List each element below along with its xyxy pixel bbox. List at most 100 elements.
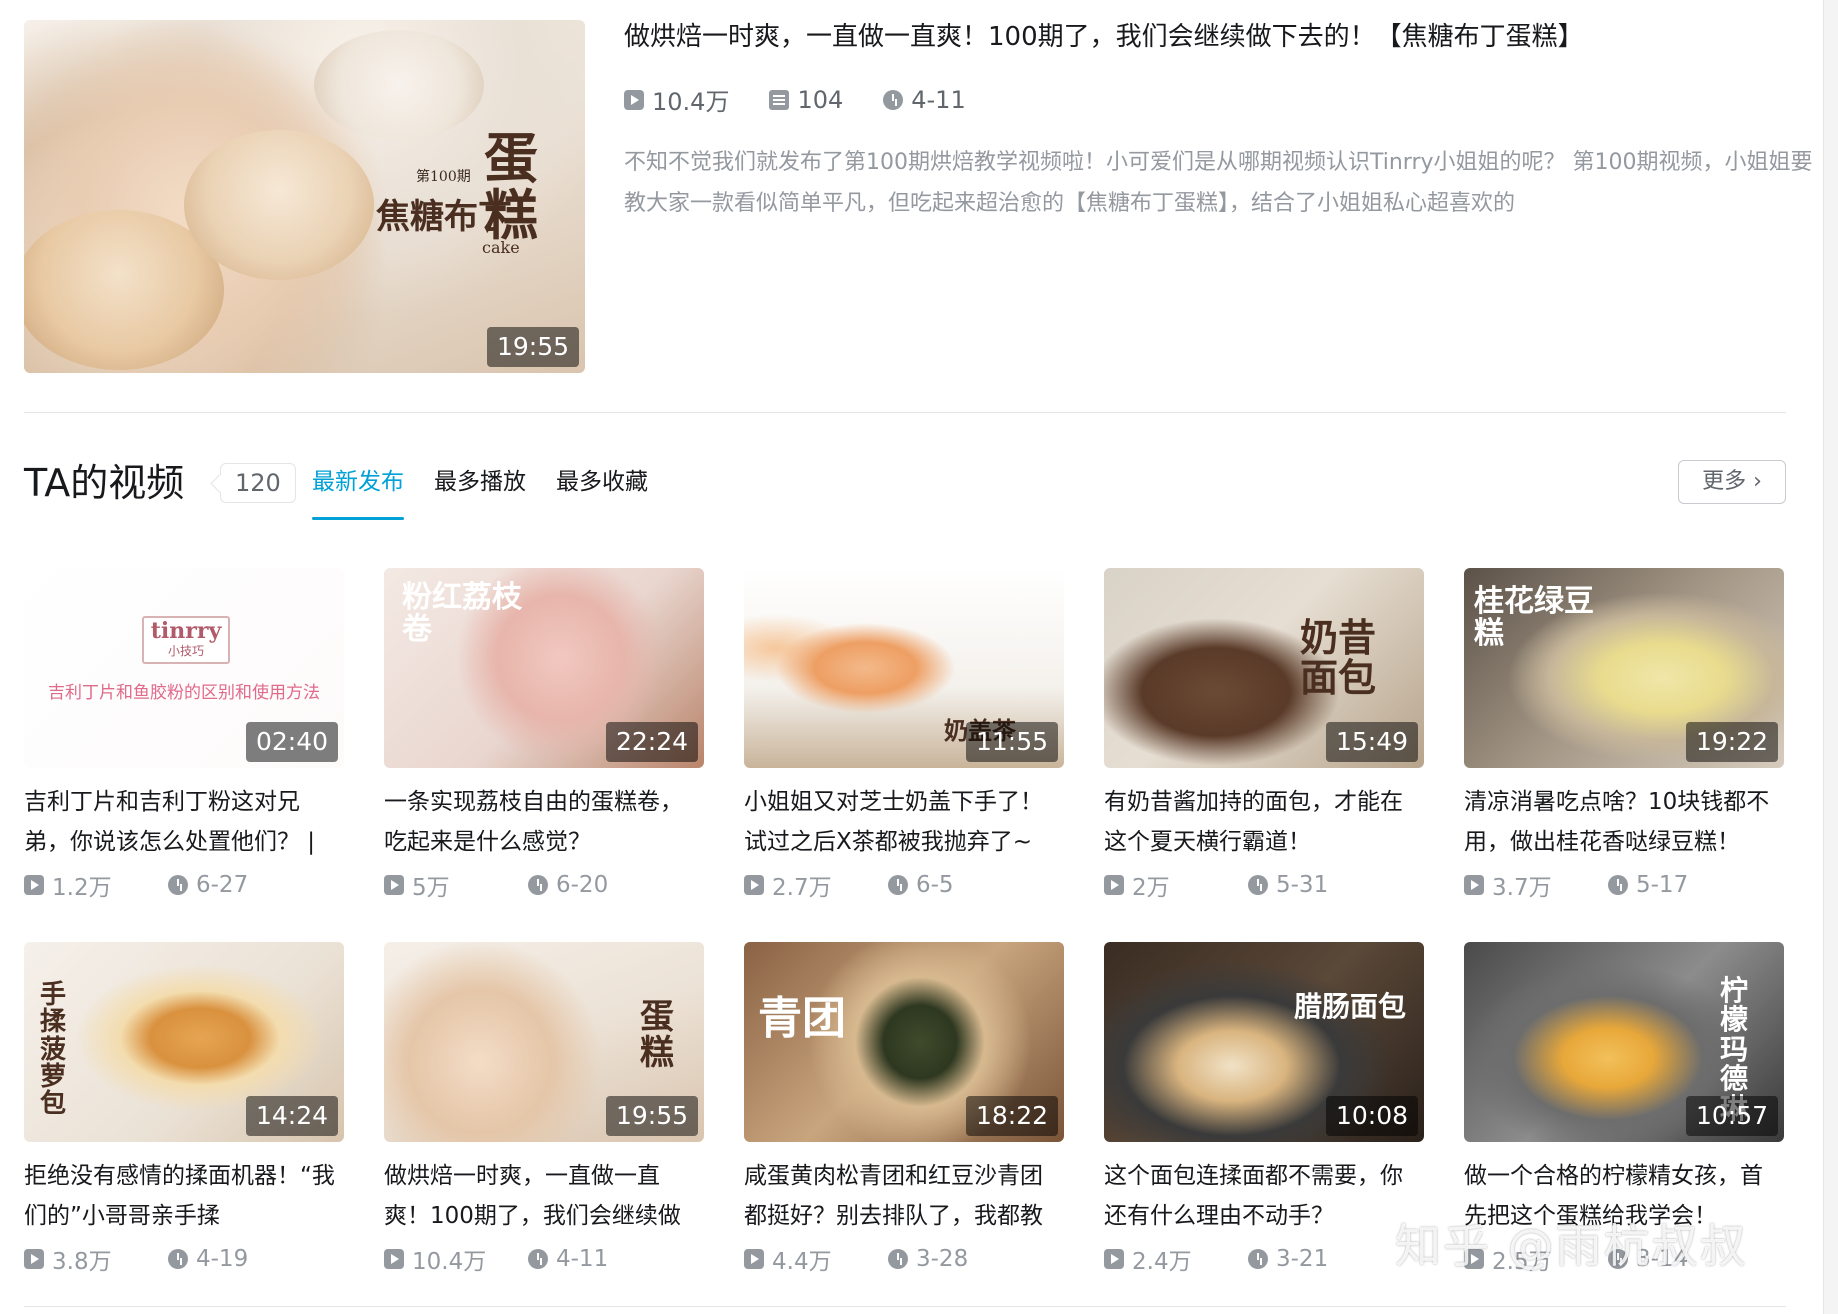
video-title[interactable]: 清凉消暑吃点啥？10块钱都不用，做出桂花香哒绿豆糕！: [1464, 782, 1784, 862]
featured-duration: 19:55: [486, 327, 579, 367]
play-count-icon: [744, 875, 764, 895]
featured-video[interactable]: 第100期 蛋糕 焦糖布丁 cake 19:55 做烘焙一时爽，一直做一直爽！1…: [24, 20, 1813, 373]
thumbnail-overlay-text: 腊肠面包: [1294, 990, 1407, 1023]
video-section-header: TA的视频 120 最新发布 最多播放 最多收藏 更多 ›: [24, 455, 1786, 520]
video-date: 3-21: [1276, 1246, 1329, 1272]
video-thumbnail[interactable]: 奶昔面包 15:49: [1104, 568, 1424, 768]
video-stats: 10.4万 4-11: [384, 1242, 704, 1276]
section-divider-bottom: [24, 1306, 1786, 1307]
video-date: 5-17: [1636, 872, 1689, 898]
video-thumbnail[interactable]: 奶盖茶11:55: [744, 568, 1064, 768]
thumbnail-overlay-text: 手揉菠萝包: [40, 980, 67, 1120]
video-thumbnail[interactable]: 粉红荔枝卷 22:24: [384, 568, 704, 768]
video-count-badge: 120: [220, 463, 296, 503]
video-stats: 2.4万 3-21: [1104, 1242, 1424, 1276]
tab-latest[interactable]: 最新发布: [312, 465, 404, 520]
thumbnail-caption: 吉利丁片和鱼胶粉的区别和使用方法: [48, 683, 320, 703]
play-count-icon: [744, 1249, 764, 1269]
video-date: 6-27: [196, 872, 249, 898]
featured-thumbnail[interactable]: 第100期 蛋糕 焦糖布丁 cake 19:55: [24, 20, 585, 373]
video-stats: 2.7万 6-5: [744, 868, 1064, 902]
clock-icon: [1248, 1249, 1268, 1269]
video-card[interactable]: 腊肠面包 10:08 这个面包连揉面都不需要，你还有什么理由不动手？ 2.4万 3-21: [1104, 942, 1424, 1276]
tab-most-favorited[interactable]: 最多收藏: [556, 465, 648, 499]
video-views: 2.4万: [1132, 1249, 1192, 1275]
more-button[interactable]: 更多 ›: [1678, 460, 1786, 504]
video-title[interactable]: 这个面包连揉面都不需要，你还有什么理由不动手？: [1104, 1156, 1424, 1236]
tinrry-sub: 小技巧: [167, 644, 204, 658]
featured-overlay-sub: cake: [482, 238, 520, 257]
tab-most-played[interactable]: 最多播放: [434, 465, 526, 499]
video-stats: 4.4万 3-28: [744, 1242, 1064, 1276]
video-thumbnail[interactable]: 腊肠面包 10:08: [1104, 942, 1424, 1142]
clock-icon: [1248, 875, 1268, 895]
featured-overlay-subtitle: 焦糖布丁: [376, 197, 512, 237]
video-thumbnail[interactable]: 手揉菠萝包 14:24: [24, 942, 344, 1142]
play-count-icon: [1104, 1249, 1124, 1269]
video-date: 4-11: [556, 1246, 609, 1272]
video-views: 10.4万: [412, 1249, 487, 1275]
danmaku-count-icon: [769, 89, 790, 110]
video-title[interactable]: 做烘焙一时爽，一直做一直爽！100期了，我们会继续做: [384, 1156, 704, 1236]
section-divider-top: [24, 412, 1786, 413]
play-count-icon: [384, 1249, 404, 1269]
video-thumbnail[interactable]: 蛋糕 19:55: [384, 942, 704, 1142]
video-duration: 10:57: [1685, 1096, 1778, 1136]
video-card[interactable]: 蛋糕 19:55 做烘焙一时爽，一直做一直爽！100期了，我们会继续做 10.4万 4-…: [384, 942, 704, 1276]
video-thumbnail[interactable]: tinrry 小技巧 吉利丁片和鱼胶粉的区别和使用方法 02:40: [24, 568, 344, 768]
thumbnail-overlay-text: 青团: [758, 993, 846, 1044]
video-date: 4-19: [196, 1246, 249, 1272]
video-title[interactable]: 有奶昔酱加持的面包，才能在这个夏天横行霸道！: [1104, 782, 1424, 862]
more-button-label: 更多: [1702, 469, 1747, 494]
video-date: 3-28: [916, 1246, 969, 1272]
clock-icon: [528, 875, 548, 895]
video-title[interactable]: 小姐姐又对芝士奶盖下手了！试过之后X茶都被我抛弃了~: [744, 782, 1064, 862]
video-card[interactable]: 青团 18:22 咸蛋黄肉松青团和红豆沙青团都挺好？别去排队了，我都教 4.4万 3-2…: [744, 942, 1064, 1276]
video-views: 1.2万: [52, 875, 112, 901]
video-title[interactable]: 拒绝没有感情的揉面机器！“我们的”小哥哥亲手揉: [24, 1156, 344, 1236]
clock-icon: [528, 1249, 548, 1269]
clock-icon: [168, 1249, 188, 1269]
video-stats: 3.8万 4-19: [24, 1242, 344, 1276]
video-thumbnail[interactable]: 柠檬玛德琳10:57: [1464, 942, 1784, 1142]
featured-overlay-issue: 第100期: [416, 169, 471, 185]
video-card[interactable]: 手揉菠萝包 14:24 拒绝没有感情的揉面机器！“我们的”小哥哥亲手揉 3.8万 4-1…: [24, 942, 344, 1276]
video-title[interactable]: 咸蛋黄肉松青团和红豆沙青团都挺好？别去排队了，我都教: [744, 1156, 1064, 1236]
video-stats: 2万 5-31: [1104, 868, 1424, 902]
video-views: 3.7万: [1492, 875, 1552, 901]
page-scrollbar[interactable]: [1823, 0, 1838, 1314]
video-duration: 11:55: [965, 722, 1058, 762]
clock-icon: [883, 89, 904, 110]
video-duration: 14:24: [245, 1096, 338, 1136]
video-thumbnail[interactable]: 桂花绿豆糕 19:22: [1464, 568, 1784, 768]
video-card[interactable]: 奶昔面包 15:49 有奶昔酱加持的面包，才能在这个夏天横行霸道！ 2万 5-31: [1104, 568, 1424, 902]
chevron-right-icon: ›: [1753, 469, 1762, 494]
video-duration: 10:08: [1325, 1096, 1418, 1136]
video-views: 2万: [1132, 875, 1170, 901]
watermark: 知乎 @雨杭叔叔: [1395, 1219, 1748, 1273]
clock-icon: [888, 1249, 908, 1269]
video-stats: 1.2万 6-27: [24, 868, 344, 902]
thumbnail-overlay-text: 桂花绿豆糕: [1474, 584, 1594, 651]
video-duration: 19:22: [1685, 722, 1778, 762]
video-card[interactable]: 奶盖茶11:55 小姐姐又对芝士奶盖下手了！试过之后X茶都被我抛弃了~ 2.7万 6-…: [744, 568, 1064, 902]
video-stats: 3.7万 5-17: [1464, 868, 1784, 902]
clock-icon: [168, 875, 188, 895]
clock-icon: [1608, 875, 1628, 895]
video-card[interactable]: tinrry 小技巧 吉利丁片和鱼胶粉的区别和使用方法 02:40 吉利丁片和吉利丁粉这…: [24, 568, 344, 902]
featured-title[interactable]: 做烘焙一时爽，一直做一直爽！100期了，我们会继续做下去的！【焦糖布丁蛋糕】: [624, 20, 1584, 54]
featured-danmaku: 104: [797, 85, 844, 114]
video-duration: 18:22: [965, 1096, 1058, 1136]
video-title[interactable]: 一条实现荔枝自由的蛋糕卷，吃起来是什么感觉？: [384, 782, 704, 862]
video-stats: 5万 6-20: [384, 868, 704, 902]
play-count-icon: [624, 89, 644, 110]
video-views: 4.4万: [772, 1249, 832, 1275]
tinrry-logo: tinrry 小技巧: [142, 616, 230, 664]
video-date: 6-20: [556, 872, 609, 898]
video-thumbnail[interactable]: 青团 18:22: [744, 942, 1064, 1142]
play-count-icon: [1104, 875, 1124, 895]
video-views: 5万: [412, 875, 450, 901]
video-card[interactable]: 粉红荔枝卷 22:24 一条实现荔枝自由的蛋糕卷，吃起来是什么感觉？ 5万 6-20: [384, 568, 704, 902]
video-title[interactable]: 吉利丁片和吉利丁粉这对兄弟，你说该怎么处置他们？ |: [24, 782, 344, 862]
video-card[interactable]: 桂花绿豆糕 19:22 清凉消暑吃点啥？10块钱都不用，做出桂花香哒绿豆糕！ 3.7万…: [1464, 568, 1784, 902]
